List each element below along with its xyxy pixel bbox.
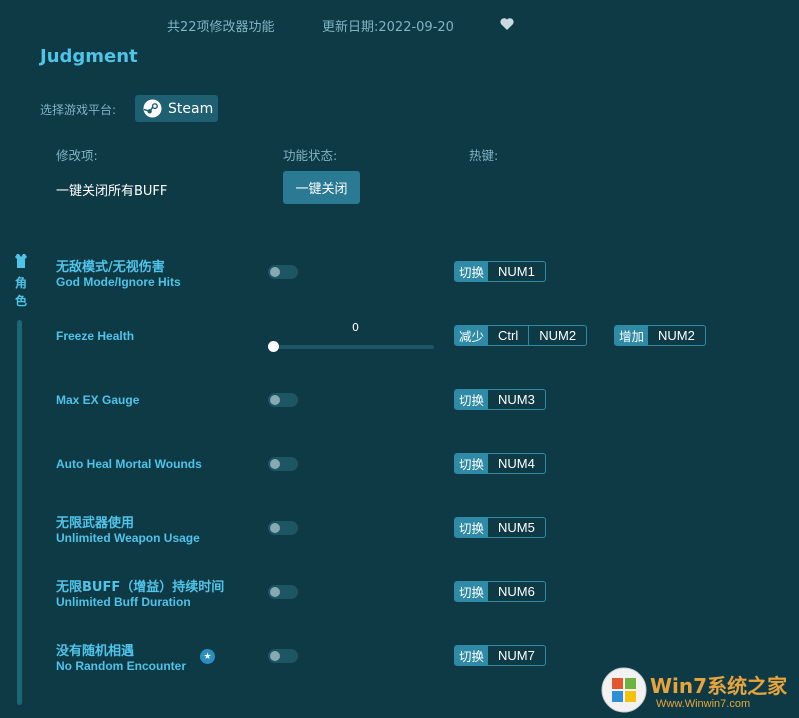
disable-all-buffs-label: 一键关闭所有BUFF <box>56 184 168 199</box>
option-name-cn: 没有随机相遇 <box>56 644 135 659</box>
option-name-cn: 无限武器使用 <box>56 516 135 531</box>
hotkey-toggle[interactable]: 切换 NUM3 <box>454 389 546 410</box>
windows-logo-icon <box>601 667 647 713</box>
toggle-switch[interactable] <box>268 457 298 471</box>
update-date: 更新日期:2022-09-20 <box>322 20 454 35</box>
hotkey-key: NUM2 <box>658 328 695 343</box>
option-row-freeze-health: Freeze Health 减少 Ctrl NUM2 增加 NUM2 <box>0 318 799 358</box>
slider-value: 0 <box>352 321 359 334</box>
hotkey-decrease[interactable]: 减少 Ctrl NUM2 <box>454 325 588 346</box>
toggle-switch[interactable] <box>268 649 298 663</box>
feature-count: 共22项修改器功能 <box>167 20 275 35</box>
toggle-switch[interactable] <box>268 265 298 279</box>
platform-label: 选择游戏平台: <box>40 103 117 117</box>
option-name-cn: 无敌模式/无视伤害 <box>56 260 165 275</box>
watermark-url: Www.Winwin7.com <box>656 698 751 710</box>
toggle-switch[interactable] <box>268 393 298 407</box>
disable-all-button[interactable]: 一键关闭 <box>283 171 360 204</box>
top-info-bar: 共22项修改器功能 更新日期:2022-09-20 <box>0 14 799 36</box>
column-header-modifier: 修改项: <box>56 148 98 163</box>
option-name-en: Unlimited Weapon Usage <box>56 531 200 545</box>
option-name-cn: 无限BUFF（增益）持续时间 <box>56 580 225 595</box>
option-name-en: God Mode/Ignore Hits <box>56 275 181 289</box>
hotkey-toggle[interactable]: 切换 NUM4 <box>454 453 546 474</box>
option-row-unlimited-weapon: 无限武器使用 Unlimited Weapon Usage 切换 NUM5 <box>0 510 799 550</box>
hotkey-key: NUM7 <box>498 648 535 663</box>
hotkey-key: NUM2 <box>528 326 586 345</box>
hotkey-action: 切换 <box>455 454 489 473</box>
watermark: Win7系统之家 Www.Winwin7.com <box>600 662 799 718</box>
option-row-god-mode: 无敌模式/无视伤害 God Mode/Ignore Hits 切换 NUM1 <box>0 254 799 294</box>
hotkey-action: 增加 <box>615 326 649 345</box>
hotkey-action: 减少 <box>455 326 489 345</box>
hotkey-key: NUM1 <box>498 264 535 279</box>
hotkey-key: NUM4 <box>498 456 535 471</box>
value-slider-track[interactable] <box>270 345 434 349</box>
hotkey-toggle[interactable]: 切换 NUM7 <box>454 645 546 666</box>
heart-icon[interactable] <box>499 16 515 32</box>
option-name-en: Max EX Gauge <box>56 393 140 407</box>
hotkey-key: NUM5 <box>498 520 535 535</box>
hotkey-toggle[interactable]: 切换 NUM1 <box>454 261 546 282</box>
category-label-2: 色 <box>14 294 27 308</box>
game-title: Judgment <box>40 46 138 67</box>
hotkey-increase[interactable]: 增加 NUM2 <box>614 325 706 346</box>
option-name-en: Auto Heal Mortal Wounds <box>56 457 202 471</box>
slider-handle[interactable] <box>268 341 279 352</box>
steam-platform-button[interactable]: Steam <box>135 95 218 122</box>
toggle-switch[interactable] <box>268 585 298 599</box>
option-name-en: Unlimited Buff Duration <box>56 595 191 609</box>
column-header-status: 功能状态: <box>283 148 338 163</box>
hotkey-action: 切换 <box>455 390 489 409</box>
hotkey-action: 切换 <box>455 582 489 601</box>
hotkey-toggle[interactable]: 切换 NUM5 <box>454 517 546 538</box>
steam-icon <box>143 99 162 118</box>
toggle-switch[interactable] <box>268 521 298 535</box>
steam-label: Steam <box>168 100 214 117</box>
hotkey-action: 切换 <box>455 262 489 281</box>
hotkey-key: NUM6 <box>498 584 535 599</box>
option-row-auto-heal: Auto Heal Mortal Wounds 切换 NUM4 <box>0 446 799 486</box>
hotkey-toggle[interactable]: 切换 NUM6 <box>454 581 546 602</box>
hotkey-action: 切换 <box>455 518 489 537</box>
option-row-unlimited-buff: 无限BUFF（增益）持续时间 Unlimited Buff Duration 切… <box>0 574 799 614</box>
hotkey-key-ctrl: Ctrl <box>498 328 519 343</box>
column-header-hotkey: 热键: <box>469 148 499 163</box>
option-name-en: Freeze Health <box>56 329 135 343</box>
option-row-max-ex-gauge: Max EX Gauge 切换 NUM3 <box>0 382 799 422</box>
option-name-en: No Random Encounter <box>56 659 187 673</box>
hotkey-key: NUM3 <box>498 392 535 407</box>
star-badge-icon[interactable]: ★ <box>200 649 215 664</box>
watermark-text: Win7系统之家 <box>650 674 788 698</box>
hotkey-action: 切换 <box>455 646 489 665</box>
